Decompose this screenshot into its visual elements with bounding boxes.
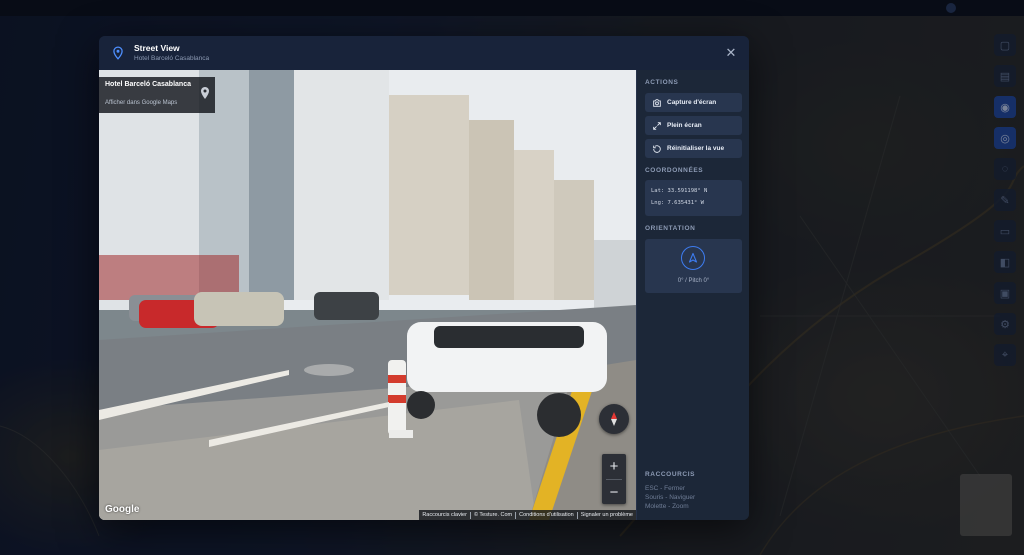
fullscreen-button[interactable]: Plein écran [645,116,742,135]
attribution-divider [576,511,578,519]
panorama-image [99,70,636,520]
longitude-value: Lng: 7.635431° W [651,200,704,206]
compass-icon[interactable] [599,404,629,434]
shortcut-item: ESC - Fermer [645,485,686,492]
attribution-bar: Raccourcis clavier © Testure. Com Condit… [419,510,636,520]
zoom-in-button[interactable]: + [602,454,626,479]
camera-icon [652,98,662,108]
terms-link[interactable]: Conditions d'utilisation [519,512,574,518]
copyright-text: © Testure. Com [473,512,513,518]
street-view-modal: Street View Hotel Barceló Casablanca ✕ H… [99,36,749,520]
modal-title: Street View [134,43,180,53]
fullscreen-label: Plein écran [667,122,702,129]
screenshot-button[interactable]: Capture d'écran [645,93,742,112]
latitude-value: Lat: 33.591198° N [651,188,708,194]
keyboard-shortcuts-link[interactable]: Raccourcis clavier [422,512,467,518]
reset-icon [652,144,662,154]
actions-heading: ACTIONS [645,79,679,86]
open-in-google-maps-link[interactable]: Afficher dans Google Maps [105,100,177,106]
shortcut-item: Souris - Naviguer [645,494,696,501]
attribution-divider [469,511,471,519]
close-icon[interactable]: ✕ [723,45,739,61]
place-info-card: Hotel Barceló Casablanca Afficher dans G… [99,77,215,113]
navigation-arrow-icon [681,246,705,270]
expand-icon [652,121,662,131]
modal-subtitle: Hotel Barceló Casablanca [134,55,210,62]
place-name: Hotel Barceló Casablanca [105,81,191,88]
zoom-control: + − [602,454,626,504]
reset-view-button[interactable]: Réinitialiser la vue [645,139,742,158]
location-pin-icon [110,45,126,61]
orientation-box: 0° / Pitch 0° [645,239,742,293]
street-view-sidebar: ACTIONS Capture d'écran Plein écran Réin… [636,70,749,520]
modal-header: Street View Hotel Barceló Casablanca ✕ [99,36,749,70]
orientation-value: 0° / Pitch 0° [677,278,710,284]
report-problem-link[interactable]: Signaler un problème [581,512,633,518]
screenshot-label: Capture d'écran [667,99,717,106]
orientation-heading: ORIENTATION [645,225,696,232]
shortcut-item: Molette - Zoom [645,503,689,510]
map-pin-icon[interactable] [199,86,211,100]
shortcuts-heading: RACCOURCIS [645,471,696,478]
attribution-divider [515,511,517,519]
reset-view-label: Réinitialiser la vue [667,145,725,152]
street-view-panorama[interactable]: Hotel Barceló Casablanca Afficher dans G… [99,70,636,520]
zoom-out-button[interactable]: − [602,480,626,505]
google-logo: Google [105,504,140,515]
coordinates-heading: COORDONNÉES [645,167,704,174]
coordinates-box: Lat: 33.591198° N Lng: 7.635431° W [645,180,742,216]
